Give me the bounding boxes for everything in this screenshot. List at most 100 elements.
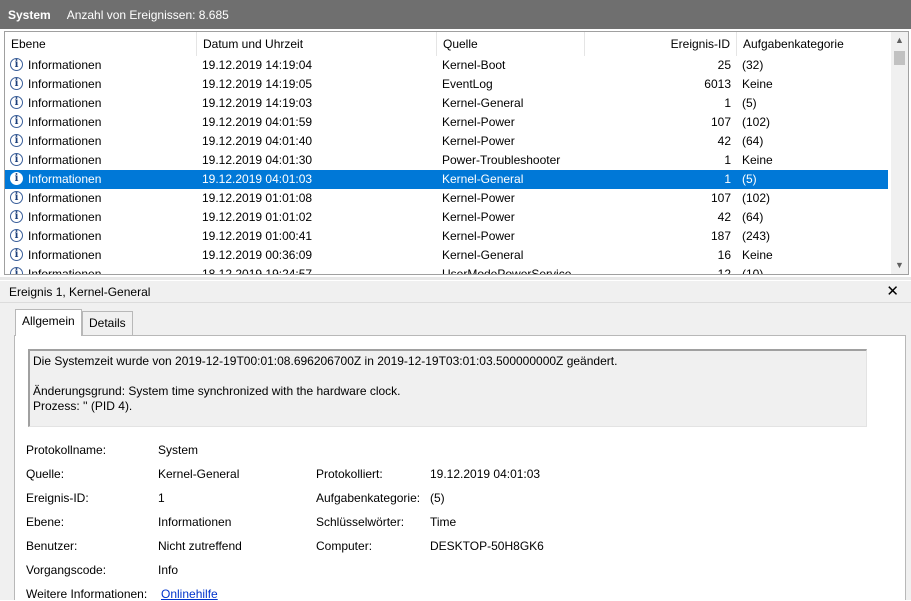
cell-task-category: (102) — [742, 115, 771, 129]
table-row[interactable]: i Informationen 19.12.2019 01:01:02 Kernel-… — [5, 208, 888, 227]
cell-task-category: (5) — [742, 96, 757, 110]
label-aufgabenkategorie: Aufgabenkategorie: — [316, 491, 421, 505]
cell-task-category: Keine — [742, 153, 773, 167]
cell-date: 19.12.2019 04:01:03 — [202, 172, 313, 186]
info-icon: i — [10, 210, 23, 223]
cell-source: Kernel-General — [442, 172, 524, 186]
cell-level: Informationen — [28, 172, 102, 186]
event-description[interactable]: Die Systemzeit wurde von 2019-12-19T00:0… — [28, 349, 867, 427]
value-quelle: Kernel-General — [158, 467, 240, 481]
table-row[interactable]: i Informationen 18.12.2019 19:24:57 UserMod… — [5, 265, 888, 275]
cell-date: 19.12.2019 04:01:30 — [202, 153, 313, 167]
onlinehilfe-link[interactable]: Onlinehilfe — [161, 587, 218, 601]
log-name: System — [8, 7, 51, 22]
cell-level: Informationen — [28, 191, 102, 205]
info-icon: i — [10, 267, 23, 274]
table-row[interactable]: i Informationen 19.12.2019 04:01:40 Kernel-… — [5, 132, 888, 151]
cell-event-id: 25 — [717, 58, 731, 72]
scroll-thumb[interactable] — [894, 51, 905, 65]
cell-level: Informationen — [28, 77, 102, 91]
value-schluesselwoerter: Time — [430, 515, 457, 529]
cell-task-category: (243) — [742, 229, 771, 243]
scroll-down-icon[interactable]: ▼ — [891, 257, 908, 274]
table-row[interactable]: i Informationen 19.12.2019 14:19:05 EventLo… — [5, 75, 888, 94]
close-icon[interactable]: ✕ — [886, 282, 899, 300]
info-icon: i — [10, 153, 23, 166]
info-icon: i — [10, 77, 23, 90]
cell-event-id: 1 — [724, 96, 731, 110]
cell-event-id: 107 — [710, 191, 731, 205]
cell-source: Kernel-General — [442, 248, 524, 262]
info-icon: i — [10, 229, 23, 242]
label-schluesselwoerter: Schlüsselwörter: — [316, 515, 405, 529]
scroll-up-icon[interactable]: ▲ — [891, 32, 908, 49]
cell-level: Informationen — [28, 58, 102, 72]
cell-source: Kernel-Boot — [442, 58, 506, 72]
table-row[interactable]: i Informationen 19.12.2019 04:01:03 Kernel-… — [5, 170, 888, 189]
label-ebene: Ebene: — [26, 515, 65, 529]
cell-task-category: (5) — [742, 172, 757, 186]
tab-allgemein[interactable]: Allgemein — [15, 309, 82, 336]
value-benutzer: Nicht zutreffend — [158, 539, 242, 553]
list-header: Ebene Datum und Uhrzeit Quelle Ereignis-… — [5, 32, 891, 56]
value-ebene: Informationen — [158, 515, 232, 529]
cell-task-category: (32) — [742, 58, 764, 72]
info-icon: i — [10, 248, 23, 261]
cell-level: Informationen — [28, 115, 102, 129]
cell-level: Informationen — [28, 267, 102, 275]
cell-task-category: Keine — [742, 77, 773, 91]
event-list[interactable]: Ebene Datum und Uhrzeit Quelle Ereignis-… — [4, 31, 909, 275]
info-icon: i — [10, 134, 23, 147]
cell-level: Informationen — [28, 134, 102, 148]
value-protokolliert: 19.12.2019 04:01:03 — [430, 467, 541, 481]
value-vorgangscode: Info — [158, 563, 179, 577]
detail-pane: Allgemein Details Die Systemzeit wurde v… — [0, 303, 911, 601]
cell-level: Informationen — [28, 96, 102, 110]
cell-source: Kernel-General — [442, 96, 524, 110]
label-protokolliert: Protokolliert: — [316, 467, 383, 481]
cell-date: 19.12.2019 14:19:03 — [202, 96, 313, 110]
vertical-scrollbar[interactable]: ▲ ▼ — [891, 32, 908, 274]
pane-splitter[interactable] — [0, 277, 911, 280]
column-header-date[interactable]: Datum und Uhrzeit — [197, 32, 437, 56]
column-header-source[interactable]: Quelle — [437, 32, 585, 56]
cell-event-id: 187 — [710, 229, 731, 243]
cell-source: Kernel-Power — [442, 115, 515, 129]
cell-event-id: 12 — [717, 267, 731, 275]
table-row[interactable]: i Informationen 19.12.2019 01:00:41 Kernel-… — [5, 227, 888, 246]
info-icon: i — [10, 172, 23, 185]
tab-details[interactable]: Details — [82, 311, 133, 335]
detail-header: Ereignis 1, Kernel-General ✕ — [0, 281, 911, 303]
cell-date: 19.12.2019 00:36:09 — [202, 248, 313, 262]
cell-event-id: 6013 — [704, 77, 731, 91]
table-row[interactable]: i Informationen 19.12.2019 01:01:08 Kernel-… — [5, 189, 888, 208]
column-header-level[interactable]: Ebene — [5, 32, 197, 56]
cell-source: Power-Troubleshooter — [442, 153, 561, 167]
label-weitere-informationen: Weitere Informationen: — [26, 587, 148, 601]
cell-date: 18.12.2019 19:24:57 — [202, 267, 313, 275]
label-quelle: Quelle: — [26, 467, 65, 481]
column-header-task-category[interactable]: Aufgabenkategorie — [737, 32, 891, 56]
table-row[interactable]: i Informationen 19.12.2019 00:36:09 Kernel-… — [5, 246, 888, 265]
cell-source: EventLog — [442, 77, 493, 91]
info-icon: i — [10, 58, 23, 71]
column-header-event-id[interactable]: Ereignis-ID — [585, 32, 737, 56]
cell-date: 19.12.2019 14:19:05 — [202, 77, 313, 91]
table-row[interactable]: i Informationen 19.12.2019 04:01:59 Kernel-… — [5, 113, 888, 132]
event-rows: i Informationen 19.12.2019 14:19:04 Kernel-… — [5, 56, 888, 275]
info-icon: i — [10, 96, 23, 109]
value-ereignis-id: 1 — [158, 491, 165, 505]
table-row[interactable]: i Informationen 19.12.2019 14:19:03 Kernel-… — [5, 94, 888, 113]
cell-source: Kernel-Power — [442, 210, 515, 224]
cell-source: UserModePowerService — [442, 267, 572, 275]
cell-task-category: (102) — [742, 191, 771, 205]
tab-panel-allgemein: Die Systemzeit wurde von 2019-12-19T00:0… — [14, 335, 906, 601]
table-row[interactable]: i Informationen 19.12.2019 04:01:30 Power-T… — [5, 151, 888, 170]
cell-event-id: 1 — [724, 172, 731, 186]
title-bar: System Anzahl von Ereignissen: 8.685 — [0, 0, 911, 29]
cell-event-id: 107 — [710, 115, 731, 129]
cell-task-category: (64) — [742, 210, 764, 224]
table-row[interactable]: i Informationen 19.12.2019 14:19:04 Kernel-… — [5, 56, 888, 75]
cell-task-category: (10) — [742, 267, 764, 275]
description-line: Prozess: '' (PID 4). — [33, 399, 133, 413]
